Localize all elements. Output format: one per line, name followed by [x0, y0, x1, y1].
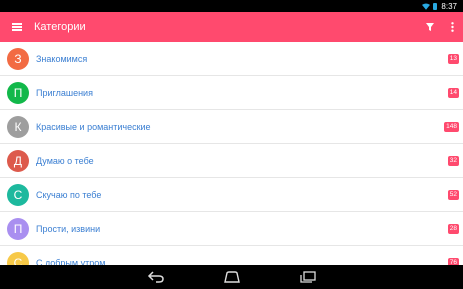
app-toolbar: Категории: [0, 12, 463, 42]
back-icon: [147, 271, 164, 283]
menu-button[interactable]: [0, 12, 34, 42]
filter-icon: [426, 23, 434, 31]
count-badge: 148: [444, 121, 459, 132]
count-badge: 28: [447, 223, 459, 234]
category-list: З Знакомимся 13 П Приглашения 14 К Красивые и р…: [0, 42, 463, 265]
count-badge: 14: [447, 87, 459, 98]
category-avatar: П: [7, 217, 29, 240]
category-label: Думаю о тебе: [36, 155, 94, 166]
category-label: Скучаю по тебе: [36, 189, 102, 200]
category-label: Приглашения: [36, 87, 93, 98]
back-button[interactable]: [146, 270, 166, 284]
filter-button[interactable]: [419, 12, 441, 42]
more-options-button[interactable]: [441, 12, 463, 42]
category-label: Прости, извини: [36, 223, 101, 234]
status-bar: 8:37: [0, 0, 463, 12]
category-avatar: С: [7, 183, 29, 206]
battery-icon: [433, 2, 438, 10]
category-row[interactable]: П Приглашения 14: [0, 76, 463, 110]
category-label: Красивые и романтические: [36, 121, 151, 132]
category-row[interactable]: К Красивые и романтические 148: [0, 110, 463, 144]
home-icon: [223, 271, 240, 283]
category-avatar: П: [7, 81, 29, 104]
category-avatar: Д: [7, 149, 29, 172]
category-row[interactable]: З Знакомимся 13: [0, 42, 463, 76]
wifi-icon: [422, 3, 431, 10]
category-row[interactable]: С Скучаю по тебе 52: [0, 178, 463, 212]
count-badge: 76: [447, 257, 459, 265]
count-badge: 13: [447, 53, 459, 64]
category-avatar: С: [7, 251, 29, 265]
category-row[interactable]: Д Думаю о тебе 32: [0, 144, 463, 178]
recents-button[interactable]: [298, 270, 318, 284]
status-time: 8:37: [441, 1, 457, 11]
category-label: Знакомимся: [36, 53, 88, 64]
count-badge: 32: [447, 155, 459, 166]
page-title: Категории: [34, 21, 86, 33]
category-row[interactable]: П Прости, извини 28: [0, 212, 463, 246]
more-vert-icon: [450, 22, 454, 32]
category-label: С добрым утром: [36, 257, 106, 266]
category-avatar: З: [7, 47, 29, 70]
category-avatar: К: [7, 115, 29, 138]
status-icons: [422, 2, 438, 10]
count-badge: 52: [447, 189, 459, 200]
recents-icon: [299, 271, 316, 283]
category-row[interactable]: С С добрым утром 76: [0, 246, 463, 265]
home-button[interactable]: [222, 270, 242, 284]
navigation-bar: [0, 265, 463, 289]
menu-icon: [12, 23, 22, 31]
